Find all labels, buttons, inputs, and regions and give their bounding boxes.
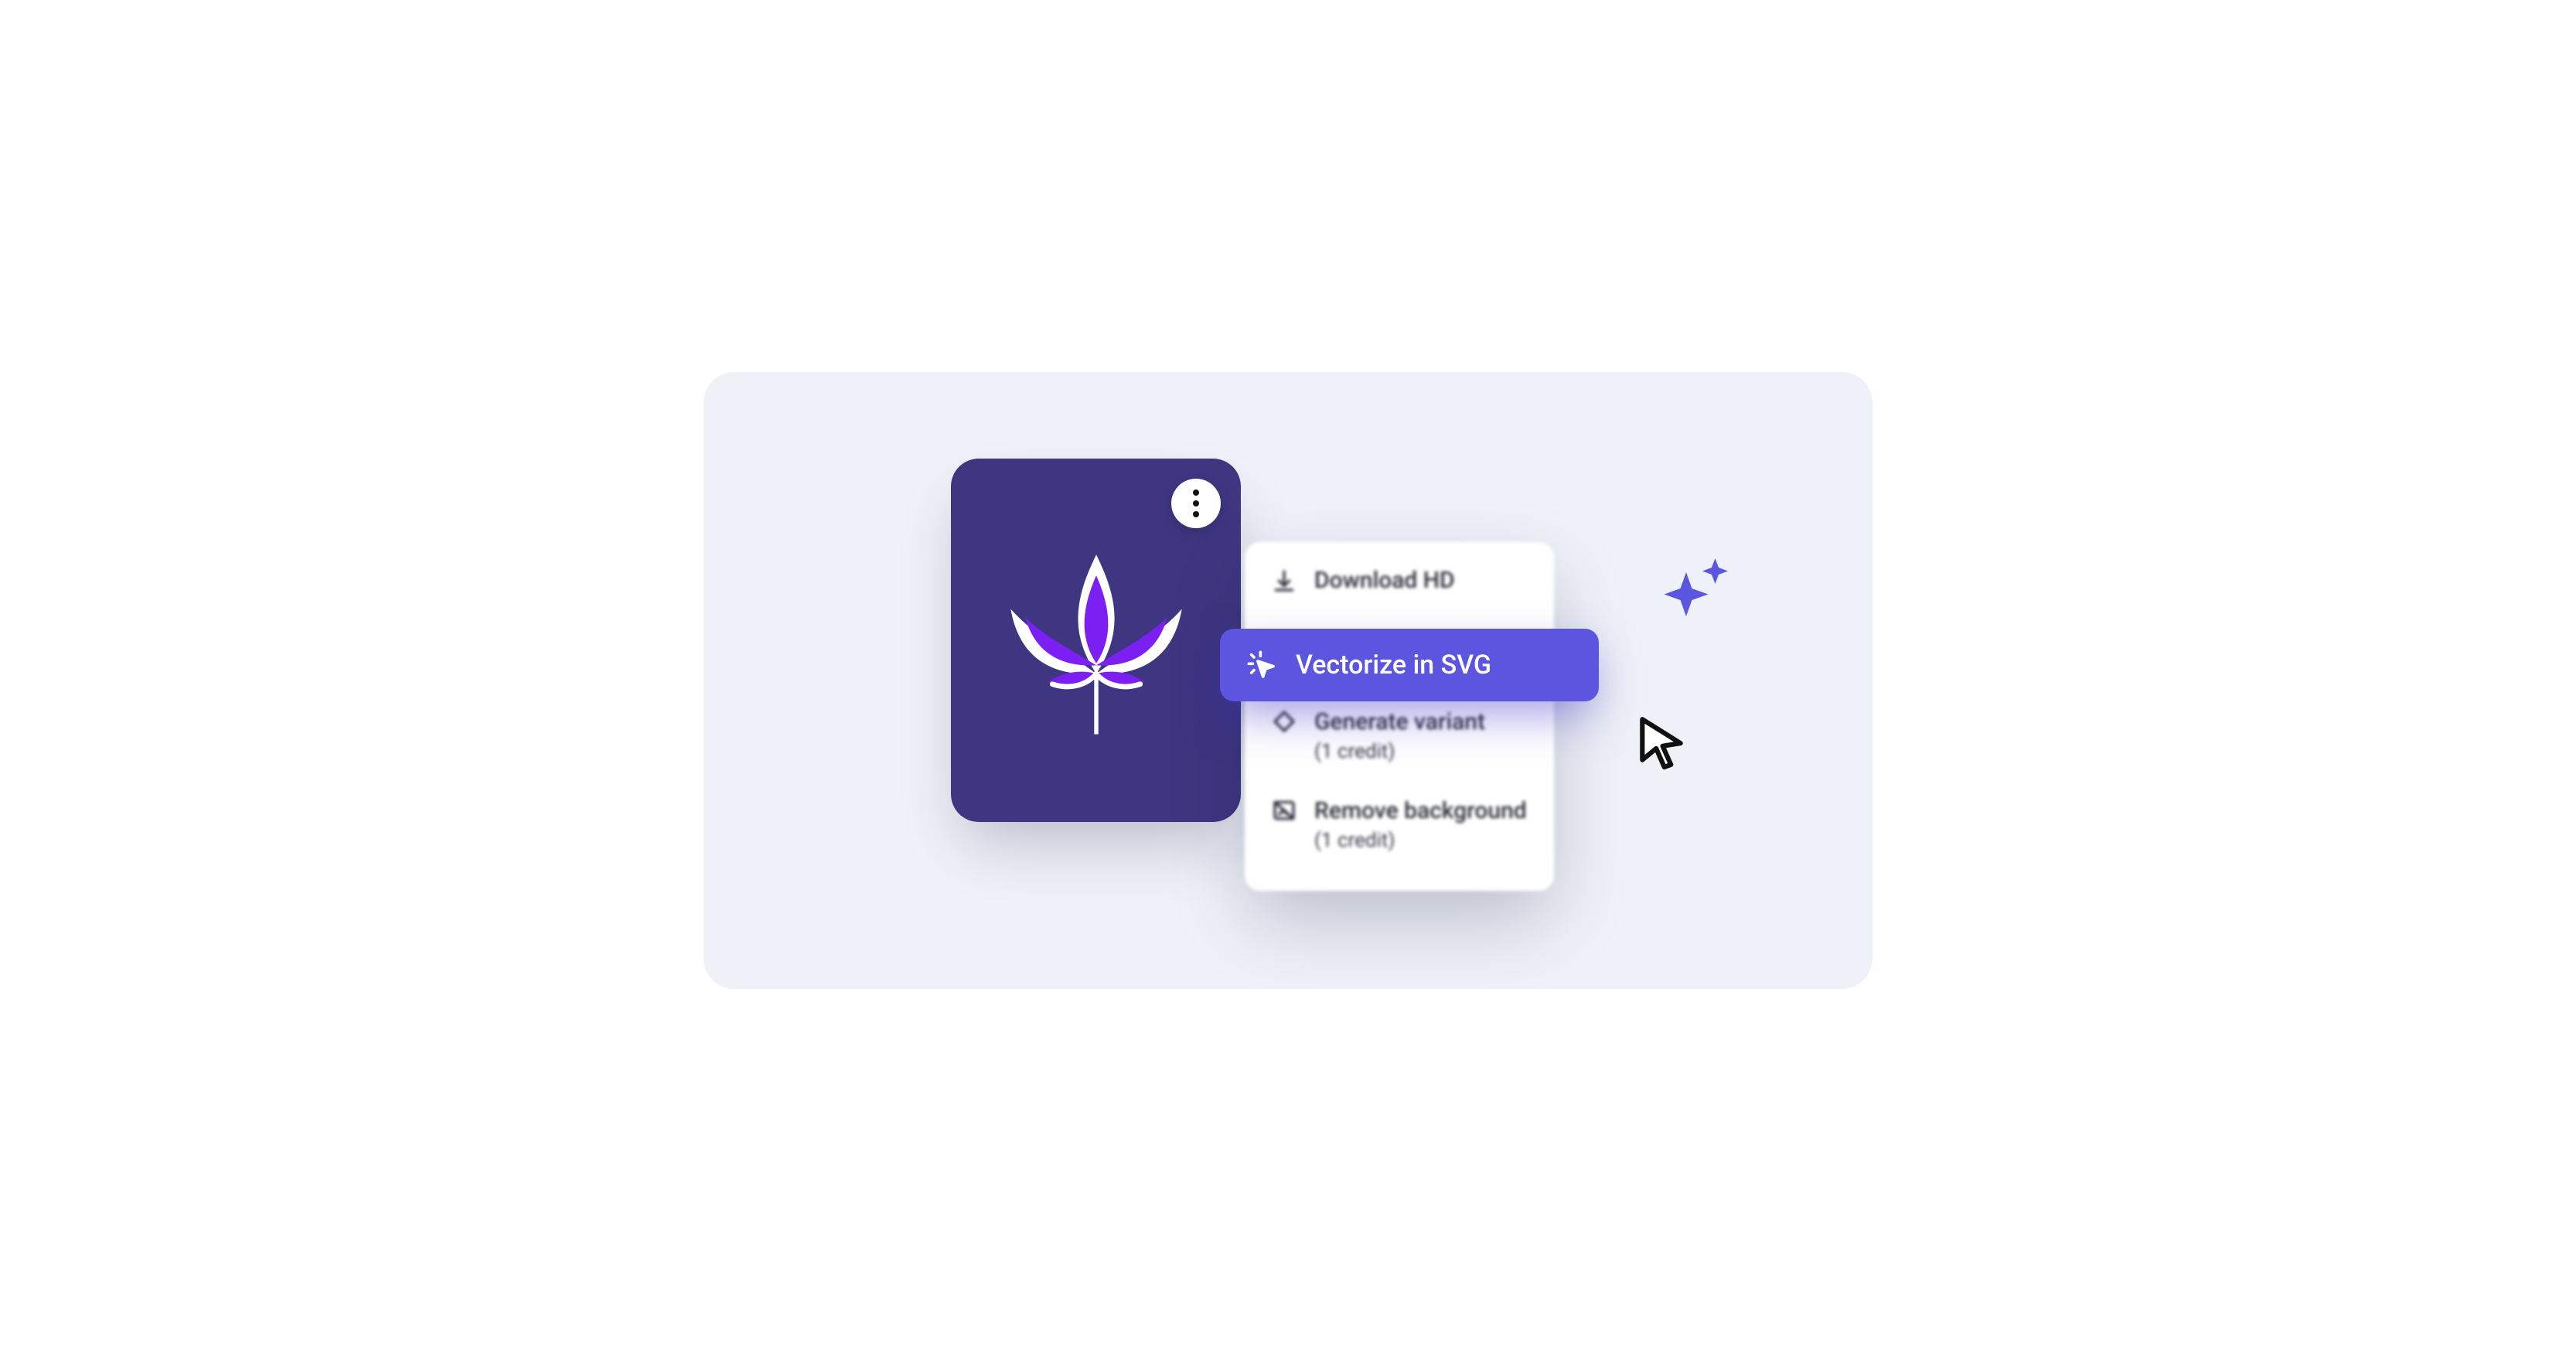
menu-item-label: Generate variant xyxy=(1314,708,1485,735)
magic-cursor-icon xyxy=(1246,650,1277,680)
menu-item-label: Vectorize in SVG xyxy=(1296,650,1491,680)
image-card xyxy=(951,459,1241,822)
diamond-icon xyxy=(1271,708,1297,735)
menu-item-label: Download HD xyxy=(1314,567,1455,594)
promo-stage: Download HD Generate variant (1 credit) xyxy=(704,372,1872,989)
sparkle-icon xyxy=(1661,554,1730,623)
more-options-button[interactable] xyxy=(1171,479,1221,528)
lotus-artwork xyxy=(992,536,1201,745)
menu-item-remove-background[interactable]: Remove background (1 credit) xyxy=(1245,780,1554,869)
download-icon xyxy=(1271,568,1297,594)
context-menu: Download HD Generate variant (1 credit) xyxy=(1245,542,1554,891)
menu-item-download-hd[interactable]: Download HD xyxy=(1245,553,1554,608)
more-vertical-icon xyxy=(1193,487,1199,520)
menu-item-vectorize-svg[interactable]: Vectorize in SVG xyxy=(1220,629,1599,701)
cursor-arrow-icon xyxy=(1633,712,1690,769)
image-off-icon xyxy=(1271,797,1297,824)
menu-item-generate-variant[interactable]: Generate variant (1 credit) xyxy=(1245,691,1554,780)
menu-item-sublabel: (1 credit) xyxy=(1314,740,1485,763)
menu-item-sublabel: (1 credit) xyxy=(1314,829,1527,852)
menu-item-label: Remove background xyxy=(1314,797,1527,824)
